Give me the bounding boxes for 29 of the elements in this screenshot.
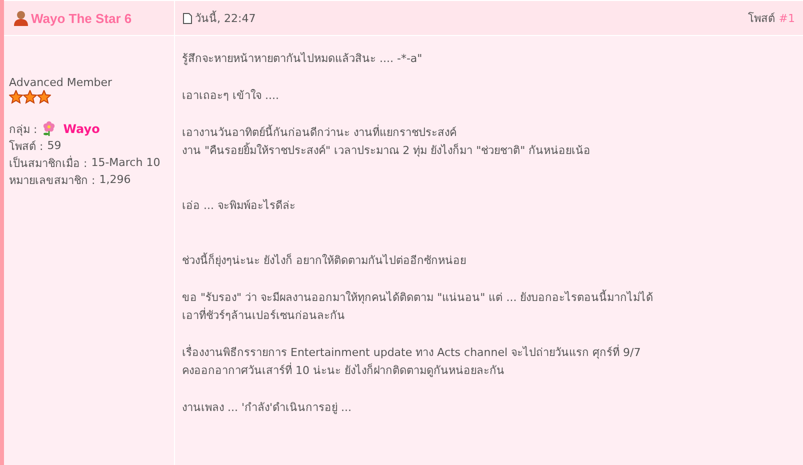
group-name: Wayo (63, 122, 100, 136)
post-text-line: คงออกอากาศวันเสาร์ที่ 10 น่ะนะ ยังไงก็ฝากติดตามดูกันหน่อยละกัน (182, 362, 506, 379)
field-label: โพสต์ : (9, 138, 44, 154)
post-text-line: เรื่องงานพิธีกรรายการ Entertainment update ทาง Acts channel จะไปถ่ายวันแรก ศุกร์ที่ 9/7 (182, 344, 642, 361)
field-value: 59 (47, 139, 62, 152)
post-text-line: เอางานวันอาทิตย์นี้กันก่อนดีกว่านะ งานที่แยกราชประสงค์ (182, 124, 458, 141)
post-time: วันนี้, 22:47 (195, 10, 256, 27)
post-text-line: งาน "คืนรอยยิ้มให้ราชประสงค์" เวลาประมาณ 2 ทุ่ม ยังไงก็มา "ช่วยชาติ" กันหน่อยเน้อ (182, 142, 592, 159)
star-icon (9, 90, 23, 104)
post-label: โพสต์ (748, 12, 775, 25)
post-text-line: งานเพลง ... 'กำลัง'ดำเนินการอยู่ ... (182, 400, 353, 416)
post-text-line: เอ่อ ... จะพิมพ์อะไรดีล่ะ (182, 198, 296, 214)
post-text-line: ช่วงนี้ก็ยุ่งๆน่ะนะ ยังไงก็ อยากให้ติดตามกันไปต่ออีกซักหน่อย (182, 252, 467, 269)
post-text-line: รู้สึกจะหายหน้าหายตากันไปหมดแล้วสินะ .... -*-a" (182, 51, 424, 67)
document-icon (183, 12, 192, 24)
star-icon (23, 90, 37, 104)
post-text-line: ขอ "รับรอง" ว่า จะมีผลงานออกมาให้ทุกคนได้ติดตาม "แน่นอน" แต่ ... ยังบอกอะไรตอนนี้มากไม่ได้ (182, 289, 654, 306)
field-value: 15-March 10 (91, 156, 160, 169)
person-icon (13, 10, 29, 26)
field-label: เป็นสมาชิกเมื่อ : (9, 154, 88, 172)
field-value: 1,296 (99, 173, 131, 186)
member-rank: Advanced Member (9, 76, 114, 89)
star-icon (37, 90, 51, 104)
post-number-link[interactable]: #1 (778, 12, 795, 25)
field-label: กลุ่ม : (9, 122, 38, 138)
field-label: หมายเลขสมาชิก : (9, 172, 96, 188)
flower-icon (41, 120, 58, 136)
post-text-line: เอาที่ชัวร์ๆล้านเปอร์เซนก่อนละกัน (182, 307, 346, 324)
post-text-line: เอาเถอะๆ เข้าใจ .... (182, 88, 280, 104)
